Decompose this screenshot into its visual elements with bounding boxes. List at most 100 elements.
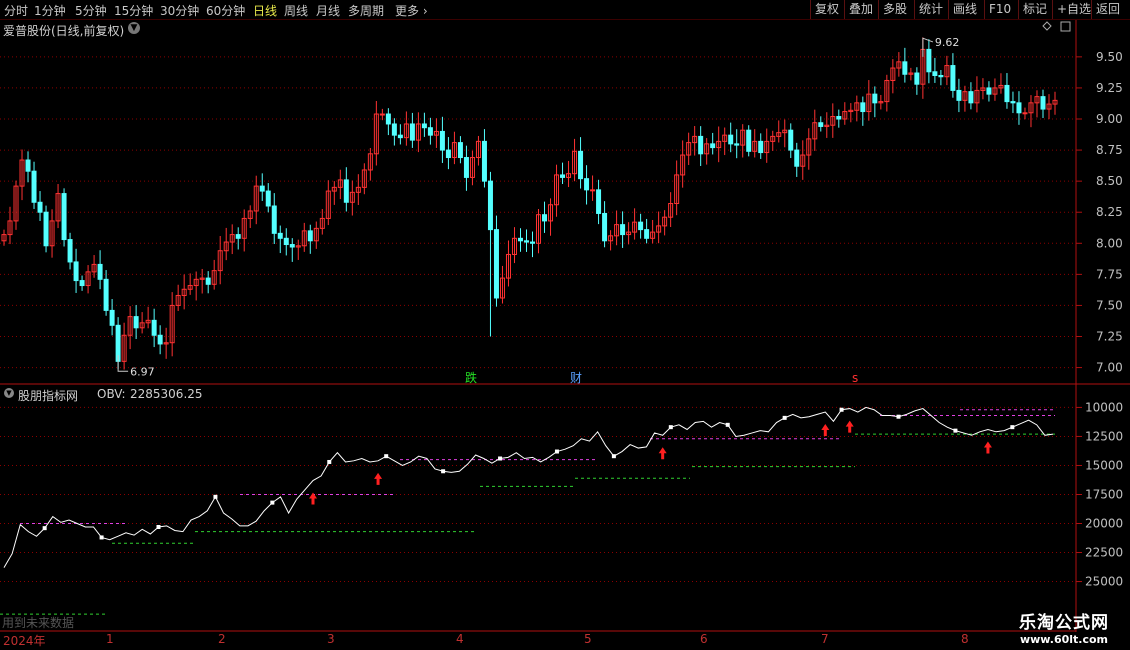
candle-body (43, 211, 49, 247)
diamond-icon[interactable] (1042, 21, 1052, 31)
candle-body (31, 170, 37, 203)
window-icons[interactable] (1042, 21, 1071, 32)
period-tab-more[interactable]: 更多 › (395, 2, 428, 19)
overlay-button[interactable]: 叠加 (844, 0, 877, 19)
candle-body (61, 193, 67, 241)
obv-point-marker (953, 428, 958, 433)
period-tab-30min[interactable]: 30分钟 (160, 2, 199, 19)
candle-body (860, 102, 866, 113)
period-tab-1min[interactable]: 1分钟 (34, 2, 66, 19)
candle-body (1004, 84, 1010, 103)
candle-body (1016, 102, 1022, 114)
period-tab-weekly[interactable]: 周线 (284, 2, 308, 19)
candle-body (1040, 96, 1046, 110)
candle-body (103, 278, 109, 311)
back-button[interactable]: 返回 (1091, 0, 1124, 19)
obv-tick-label: 12500 (1085, 429, 1123, 443)
period-tab-60min[interactable]: 60分钟 (206, 2, 245, 19)
candle-body (590, 189, 596, 192)
obv-series (0, 406, 1055, 615)
candle-body (133, 316, 139, 329)
candle-body (517, 237, 523, 242)
x-axis-month-7: 7 (821, 632, 829, 646)
chart-canvas[interactable]: 9.50 9.25 9.00 8.75 8.50 8.25 8.00 7.75 7.50 7.25… (0, 20, 1130, 632)
candle-body (343, 179, 349, 203)
period-tab-multi[interactable]: 多周期 (348, 2, 384, 19)
statistics-button[interactable]: 统计 (914, 0, 947, 19)
chevron-down-icon[interactable]: ▼ (128, 22, 140, 34)
more-label: 更多 (395, 4, 420, 18)
obv-point-marker (839, 407, 844, 412)
candle-body (956, 89, 962, 101)
price-tick-label: 8.75 (1096, 143, 1123, 157)
x-axis-month-2: 2 (218, 632, 226, 646)
mark-button[interactable]: 标记 (1018, 0, 1051, 19)
candle-body (950, 65, 956, 91)
candle-body (914, 72, 920, 85)
add-watchlist-button[interactable]: +自选 (1052, 0, 1095, 19)
candle-body (493, 229, 499, 299)
candle-body (932, 71, 938, 76)
candle-body (698, 135, 704, 155)
obv-point-marker (270, 500, 275, 505)
period-tab-15min[interactable]: 15分钟 (114, 2, 153, 19)
candle-body (97, 263, 103, 280)
candle-body (818, 122, 824, 127)
candle-body (109, 309, 115, 326)
obv-point-marker (668, 425, 673, 430)
obv-point-marker (611, 454, 616, 459)
period-tab-monthly[interactable]: 月线 (316, 2, 340, 19)
watermark-title: 乐淘公式网 (1019, 613, 1109, 633)
buy-signal-arrow (983, 441, 992, 454)
obv-point-marker (99, 535, 104, 540)
candle-body (259, 185, 265, 192)
multi-stock-button[interactable]: 多股 (878, 0, 911, 19)
candle-body (734, 143, 740, 146)
x-axis-month-6: 6 (700, 632, 708, 646)
x-axis-month-4: 4 (456, 632, 464, 646)
period-toolbar: 分时 1分钟 5分钟 15分钟 30分钟 60分钟 日线 周线 月线 多周期 更… (0, 0, 1130, 20)
buy-signal-arrow (658, 447, 667, 460)
candle-body (235, 234, 241, 239)
period-tab-daily[interactable]: 日线 (253, 2, 277, 19)
candle-body (205, 277, 211, 285)
buy-signal-arrow (309, 492, 318, 505)
price-tick-label: 7.75 (1096, 267, 1123, 281)
x-axis-month-5: 5 (584, 632, 592, 646)
period-tab-5min[interactable]: 5分钟 (75, 2, 107, 19)
candle-body (1010, 101, 1016, 104)
candle-body (872, 93, 878, 104)
buy-signal-arrow (845, 420, 854, 433)
candle-body (523, 240, 529, 243)
candle-body (289, 244, 295, 248)
event-marker: 跌 (465, 370, 477, 385)
event-marker: s (852, 371, 858, 385)
candle-body (620, 224, 626, 236)
panel-toggle-icon[interactable] (1060, 21, 1071, 32)
f10-button[interactable]: F10 (984, 0, 1015, 19)
high-price-label: 9.62 (935, 36, 960, 49)
candle-body (73, 261, 79, 282)
candle-body (728, 134, 734, 145)
price-tick-label: 9.25 (1096, 81, 1123, 95)
candle-body (560, 174, 566, 178)
candle-body (67, 239, 73, 263)
watermark-url: www.60lt.com (1019, 633, 1109, 646)
main-chart-title: 爱普股份(日线,前复权) (3, 24, 125, 38)
period-tab-intraday[interactable]: 分时 (4, 2, 28, 19)
draw-line-button[interactable]: 画线 (948, 0, 981, 19)
low-price-label: 6.97 (130, 365, 155, 378)
candle-body (926, 48, 932, 73)
obv-point-marker (554, 449, 559, 454)
obv-tick-label: 20000 (1085, 517, 1123, 531)
candle-body (584, 178, 590, 191)
candle-body (578, 150, 584, 180)
candle-body (409, 123, 415, 141)
indicator-menu-icon[interactable]: ▼ (4, 388, 14, 398)
obv-point-marker (42, 526, 47, 531)
candle-body (25, 159, 31, 172)
restore-rights-button[interactable]: 复权 (810, 0, 843, 19)
price-tick-label: 9.00 (1096, 112, 1123, 126)
obv-tick-label: 10000 (1085, 400, 1123, 414)
candle-body (445, 149, 451, 159)
